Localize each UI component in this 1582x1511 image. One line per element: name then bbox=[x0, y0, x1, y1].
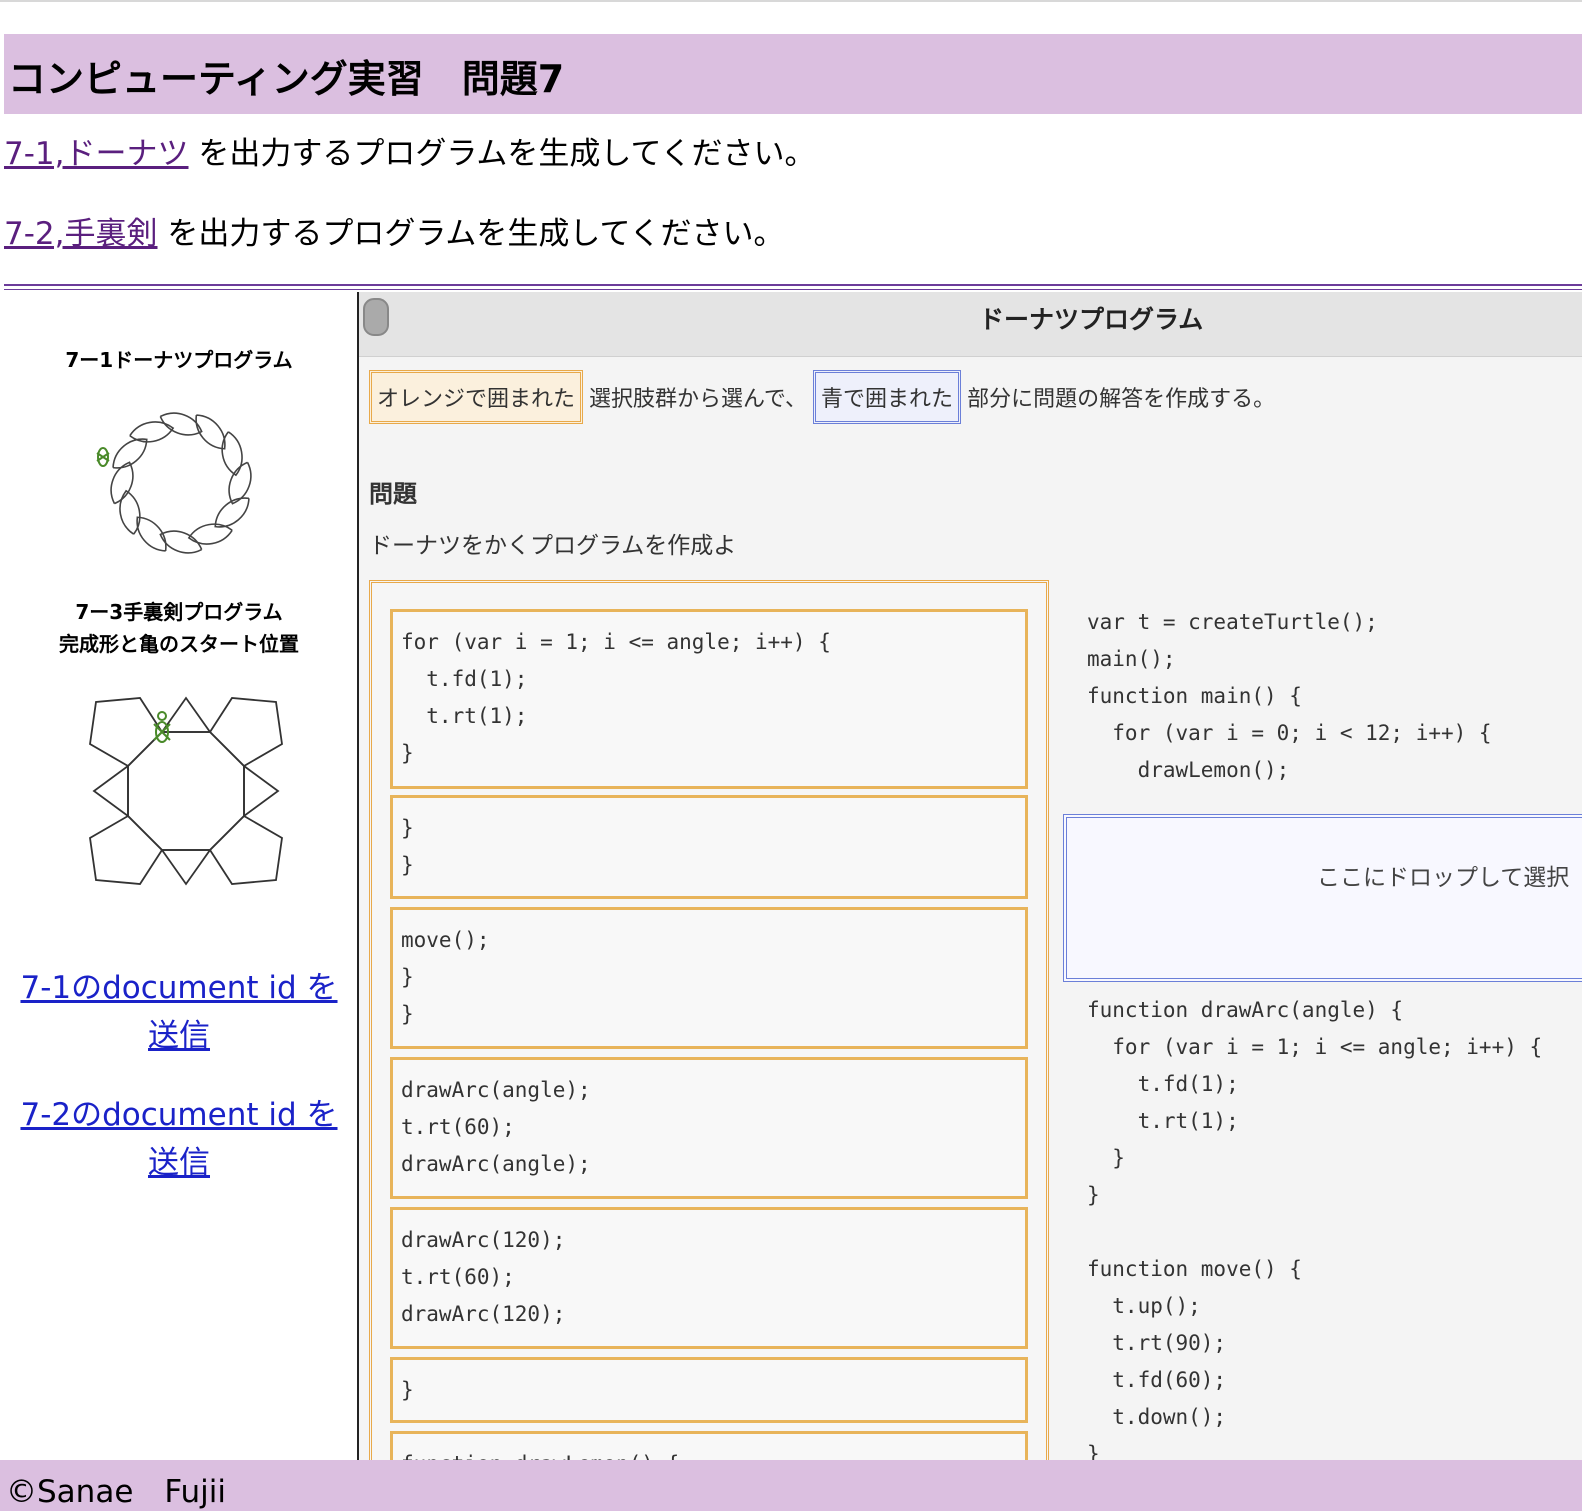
lemon-shape bbox=[159, 530, 203, 554]
choice-code: drawArc(angle); t.rt(60); drawArc(angle)… bbox=[401, 1078, 591, 1176]
sidebar: 7ー1ドーナツプログラム 7ー3手裏剣プログラム 完成形と亀のスタート位置 7-… bbox=[0, 296, 358, 1460]
blue-label: 青で囲まれた bbox=[813, 370, 962, 424]
copyright: ©Sanae Fujii bbox=[6, 1474, 227, 1510]
lemon-shape bbox=[159, 412, 203, 436]
instruction-middle: 選択肢群から選んで、 bbox=[589, 387, 808, 412]
submit-7-1-link-cont[interactable]: 送信 bbox=[148, 1018, 210, 1054]
task-7-2: 7-2,手裏剣 を出力するプログラムを生成してください。 bbox=[4, 208, 785, 253]
divider bbox=[4, 284, 1582, 286]
lemon-shape bbox=[214, 497, 250, 528]
page-title: コンピューティング実習 問題7 bbox=[8, 57, 565, 101]
submit-7-1-link[interactable]: 7-1のdocument id を bbox=[20, 970, 337, 1006]
instruction: オレンジで囲まれた 選択肢群から選んで、 青で囲まれた 部分に問題の解答を作成する。 bbox=[369, 370, 1276, 424]
choice-block[interactable]: } bbox=[390, 1357, 1028, 1423]
choice-code: move(); } } bbox=[401, 928, 490, 1026]
donut-figure bbox=[96, 412, 252, 554]
code-text: function drawArc(angle) { for (var i = 1… bbox=[1087, 998, 1543, 1460]
choice-block[interactable]: drawArc(120); t.rt(60); drawArc(120); bbox=[390, 1207, 1028, 1349]
choice-code: function drawLemon() { bbox=[393, 1434, 1025, 1460]
orange-label: オレンジで囲まれた bbox=[369, 370, 584, 424]
choice-pool: for (var i = 1; i <= angle; i++) { t.fd(… bbox=[369, 580, 1049, 1460]
task-7-1: 7-1,ドーナツ を出力するプログラムを生成してください。 bbox=[4, 128, 816, 173]
task-text: を出力するプログラムを生成してください。 bbox=[188, 136, 816, 172]
lemon-shape bbox=[221, 431, 243, 477]
app-titlebar: ドーナツプログラム bbox=[359, 292, 1582, 357]
lemon-shape bbox=[195, 414, 226, 450]
app-title: ドーナツプログラム bbox=[979, 305, 1204, 334]
task-text: を出力するプログラムを生成してください。 bbox=[157, 216, 785, 252]
lemon-shape bbox=[119, 489, 141, 535]
donut-title: 7ー1ドーナツプログラム bbox=[65, 348, 293, 372]
instruction-end: 部分に問題の解答を作成する。 bbox=[967, 387, 1276, 412]
choice-code: } bbox=[401, 1378, 414, 1402]
question-text: ドーナツをかくプログラムを作成よ bbox=[369, 533, 737, 559]
submit-7-2-link[interactable]: 7-2のdocument id を bbox=[20, 1097, 337, 1133]
task-link-shuriken[interactable]: 7-2,手裏剣 bbox=[4, 216, 158, 252]
lemon-shape bbox=[129, 421, 175, 443]
turtle-icon bbox=[96, 447, 110, 467]
code-bottom: function drawArc(angle) { for (var i = 1… bbox=[1087, 992, 1542, 1460]
drop-zone[interactable]: ここにドロップして選択 bbox=[1063, 814, 1582, 982]
choice-block[interactable]: function drawLemon() { bbox=[390, 1431, 1028, 1460]
submit-7-2: 7-2のdocument id を 送信 bbox=[0, 1091, 358, 1187]
code-top: var t = createTurtle(); main(); function… bbox=[1087, 604, 1492, 789]
question-heading: 問題 bbox=[369, 480, 417, 508]
lemon-shape bbox=[136, 516, 167, 552]
choice-code: drawArc(120); t.rt(60); drawArc(120); bbox=[401, 1228, 566, 1326]
submit-7-2-link-cont[interactable]: 送信 bbox=[148, 1145, 210, 1181]
shuriken-title: 7ー3手裏剣プログラム bbox=[75, 600, 283, 624]
lemon-shape bbox=[112, 438, 148, 469]
drop-label: ここにドロップして選択 bbox=[1317, 865, 1570, 891]
choice-block[interactable]: for (var i = 1; i <= angle; i++) { t.fd(… bbox=[390, 609, 1028, 789]
submit-7-1: 7-1のdocument id を 送信 bbox=[0, 964, 358, 1060]
lemon-shape bbox=[110, 461, 134, 505]
page-header: コンピューティング実習 問題7 bbox=[4, 34, 1582, 114]
lemon-shape bbox=[187, 523, 233, 545]
choice-block[interactable]: drawArc(angle); t.rt(60); drawArc(angle)… bbox=[390, 1057, 1028, 1199]
choice-block[interactable]: } } bbox=[390, 795, 1028, 899]
choice-code: } } bbox=[401, 816, 414, 877]
top-border bbox=[0, 0, 1582, 2]
home-icon[interactable] bbox=[363, 298, 389, 336]
footer: ©Sanae Fujii bbox=[0, 1460, 1582, 1511]
divider bbox=[4, 289, 1582, 290]
task-link-donut[interactable]: 7-1,ドーナツ bbox=[4, 136, 189, 172]
embedded-screenshot: ドーナツプログラム オレンジで囲まれた 選択肢群から選んで、 青で囲まれた 部分に問題… bbox=[357, 292, 1582, 1460]
shuriken-subtitle: 完成形と亀のスタート位置 bbox=[59, 632, 299, 656]
code-text: var t = createTurtle(); main(); function… bbox=[1087, 610, 1492, 782]
shuriken-figure bbox=[89, 696, 283, 886]
turtle-icon bbox=[153, 711, 171, 743]
choice-code: for (var i = 1; i <= angle; i++) { t.fd(… bbox=[401, 630, 831, 765]
choice-block[interactable]: move(); } } bbox=[390, 907, 1028, 1049]
